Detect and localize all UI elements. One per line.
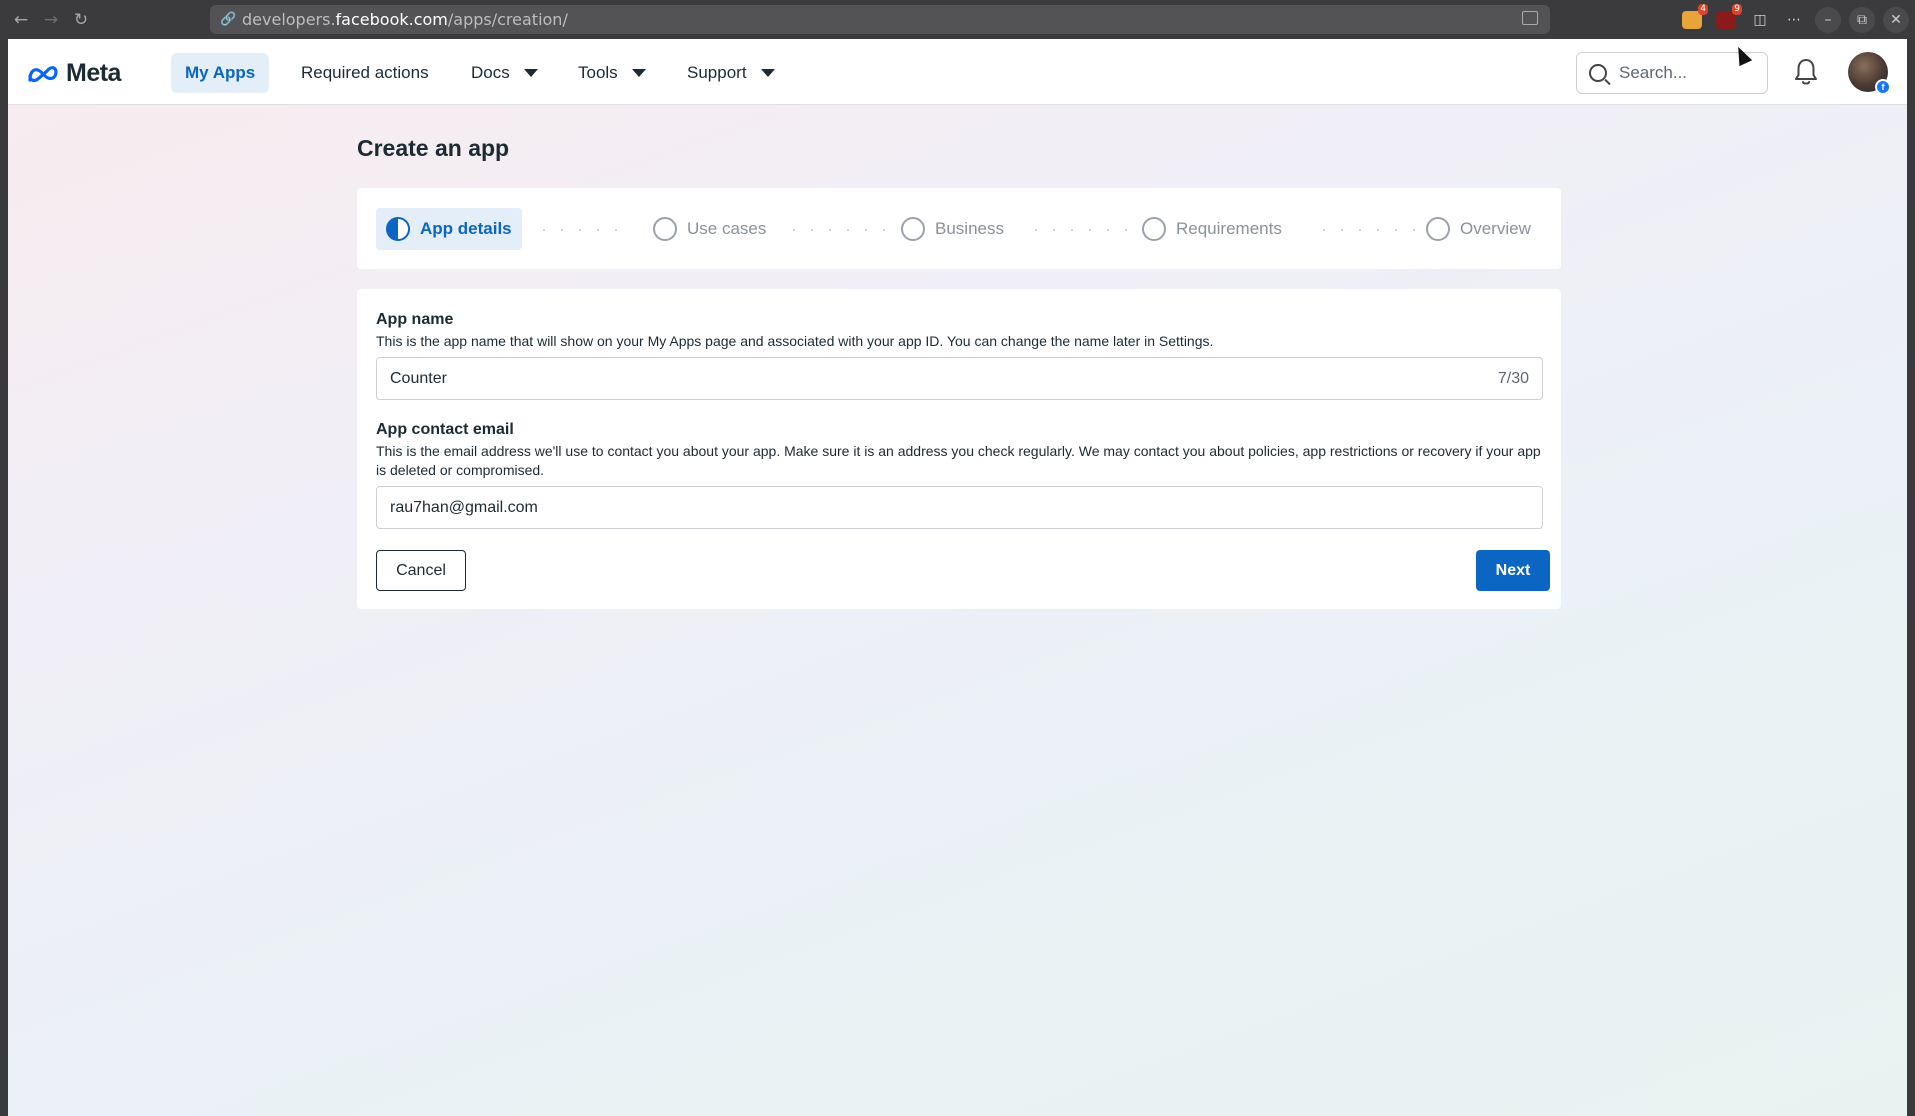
step-connector xyxy=(1315,229,1415,231)
nav-support[interactable]: Support xyxy=(673,53,789,93)
search-placeholder: Search... xyxy=(1619,63,1688,82)
circle-icon xyxy=(1426,217,1450,241)
step-app-details[interactable]: App details xyxy=(376,208,522,250)
url-host: facebook.com xyxy=(335,10,448,29)
step-overview: Overview xyxy=(1416,208,1541,250)
url-path: /apps/creation/ xyxy=(447,10,568,29)
nav-docs[interactable]: Docs xyxy=(457,53,552,93)
step-label: Use cases xyxy=(687,219,767,238)
nav-support-label: Support xyxy=(687,63,747,82)
email-description: This is the email address we'll use to c… xyxy=(376,443,1541,478)
facebook-badge-icon: f xyxy=(1875,79,1891,95)
page-title: Create an app xyxy=(357,135,510,161)
ublock-icon[interactable]: 9 xyxy=(1716,3,1742,29)
email-label: App contact email xyxy=(376,421,514,438)
cancel-button[interactable]: Cancel xyxy=(376,550,466,591)
char-counter: 7/30 xyxy=(1497,369,1529,387)
close-icon[interactable]: ✕ xyxy=(1883,6,1909,33)
app-name-description: This is the app name that will show on y… xyxy=(376,333,1214,349)
browser-toolbar: ← → ↻ 🔗 developers. facebook.com/apps/cre… xyxy=(0,0,1915,39)
nav-required-actions-label: Required actions xyxy=(301,63,429,82)
restore-icon[interactable]: ⧉ xyxy=(1849,6,1875,33)
step-connector xyxy=(785,229,885,231)
app-details-form: App name This is the app name that will … xyxy=(357,289,1561,609)
step-label: Business xyxy=(935,219,1004,238)
step-connector xyxy=(535,229,625,231)
extension-1-icon[interactable]: 4 xyxy=(1682,3,1708,29)
step-business: Business xyxy=(891,208,1014,250)
nav-tools-label: Tools xyxy=(578,63,618,82)
step-requirements: Requirements xyxy=(1132,208,1292,250)
meta-logo[interactable]: Meta xyxy=(26,59,121,88)
step-label: Overview xyxy=(1460,219,1531,238)
reload-icon[interactable]: ↻ xyxy=(66,5,96,35)
nav-required-actions[interactable]: Required actions xyxy=(287,53,443,93)
step-label: App details xyxy=(420,219,512,238)
nav-docs-label: Docs xyxy=(471,63,510,82)
email-value: rau7han@gmail.com xyxy=(390,498,538,516)
logo-text: Meta xyxy=(66,59,121,87)
progress-stepper: App details Use cases Business Requireme… xyxy=(357,188,1561,269)
circle-icon xyxy=(1142,217,1166,241)
search-icon xyxy=(1589,64,1607,82)
circle-icon xyxy=(901,217,925,241)
forward-icon[interactable]: → xyxy=(36,5,66,35)
half-circle-icon xyxy=(386,217,410,241)
step-use-cases: Use cases xyxy=(643,208,776,250)
meta-infinity-icon xyxy=(28,65,58,82)
app-name-label: App name xyxy=(376,311,454,328)
url-prefix: developers. xyxy=(242,10,336,29)
chevron-down-icon xyxy=(760,69,775,77)
nav-my-apps[interactable]: My Apps xyxy=(171,53,270,93)
ublock-badge: 9 xyxy=(1732,3,1742,15)
reader-mode-icon[interactable] xyxy=(1522,11,1538,25)
app-name-value: Counter xyxy=(390,369,447,387)
address-bar[interactable]: 🔗 developers. facebook.com/apps/creation/ xyxy=(210,5,1550,34)
step-connector xyxy=(1027,229,1127,231)
nav-tools[interactable]: Tools xyxy=(564,53,660,93)
next-button[interactable]: Next xyxy=(1476,550,1550,591)
chevron-down-icon xyxy=(631,69,646,77)
avatar[interactable]: f xyxy=(1848,52,1891,95)
site-info-icon[interactable]: 🔗 xyxy=(220,12,242,27)
back-icon[interactable]: ← xyxy=(6,5,36,35)
app-name-field[interactable]: Counter 7/30 xyxy=(376,357,1543,400)
top-navigation: Meta My Apps Required actions Docs Tools… xyxy=(8,39,1907,105)
notifications-bell-icon[interactable] xyxy=(1792,57,1820,87)
page: Meta My Apps Required actions Docs Tools… xyxy=(8,39,1907,1116)
circle-icon xyxy=(653,217,677,241)
step-label: Requirements xyxy=(1176,219,1282,238)
minimize-icon[interactable]: – xyxy=(1815,6,1841,33)
email-field[interactable]: rau7han@gmail.com xyxy=(376,486,1543,529)
extension-1-badge: 4 xyxy=(1698,3,1708,15)
sidebar-toggle-icon[interactable]: ◫ xyxy=(1747,7,1773,33)
more-menu-icon[interactable]: ⋯ xyxy=(1781,7,1807,33)
nav-my-apps-label: My Apps xyxy=(185,63,256,82)
chevron-down-icon xyxy=(523,69,538,77)
